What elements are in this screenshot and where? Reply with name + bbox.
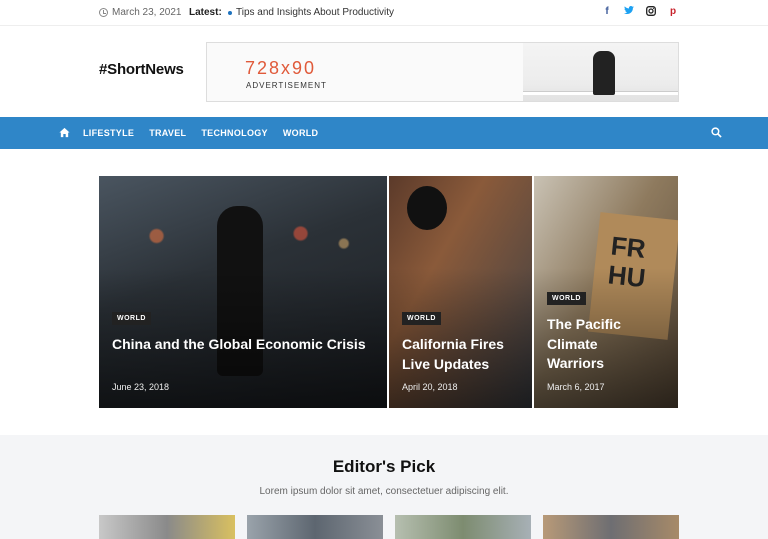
hero-post-2[interactable]: WORLD California Fires Live Updates Apri… (389, 176, 532, 408)
person-silhouette (593, 51, 615, 95)
main-navigation: LIFESTYLE TRAVEL TECHNOLOGY WORLD (0, 117, 768, 149)
editors-pick-thumbnail[interactable] (543, 515, 679, 539)
ad-label-text: ADVERTISEMENT (246, 81, 327, 90)
hero-post-date: March 6, 2017 (547, 382, 605, 392)
editors-pick-thumbnail[interactable] (395, 515, 531, 539)
latest-label: Latest: (189, 7, 222, 18)
category-badge[interactable]: WORLD (402, 312, 441, 325)
social-links: f p (602, 6, 678, 19)
pinterest-icon[interactable]: p (668, 6, 678, 19)
ad-photo (523, 43, 678, 101)
twitter-icon[interactable] (624, 6, 634, 19)
home-icon[interactable] (59, 127, 70, 138)
hero-post-1[interactable]: WORLD China and the Global Economic Cris… (99, 176, 387, 408)
firefighter-helmet (407, 186, 447, 230)
advertisement-banner[interactable]: 728x90 ADVERTISEMENT (206, 42, 679, 102)
category-badge[interactable]: WORLD (112, 312, 151, 325)
instagram-icon[interactable] (646, 6, 656, 19)
current-date-text: March 23, 2021 (112, 7, 182, 18)
category-badge[interactable]: WORLD (547, 292, 586, 305)
hero-post-date: April 20, 2018 (402, 382, 458, 392)
ticker-text[interactable]: Tips and Insights About Productivity (236, 7, 394, 18)
top-bar: March 23, 2021 Latest: Tips and Insights… (0, 0, 768, 26)
search-icon[interactable] (711, 127, 722, 138)
current-date: March 23, 2021 (99, 7, 182, 18)
hero-post-title[interactable]: The Pacific Climate Warriors (547, 315, 657, 374)
section-title: Editor's Pick (332, 457, 436, 476)
hero-post-date: June 23, 2018 (112, 382, 170, 392)
editors-pick-thumbnail[interactable] (99, 515, 235, 539)
facebook-icon[interactable]: f (602, 6, 612, 19)
section-subtitle: Lorem ipsum dolor sit amet, consectetuer… (259, 486, 509, 497)
editors-pick-section: Editor's Pick Lorem ipsum dolor sit amet… (0, 435, 768, 539)
nav-item-lifestyle[interactable]: LIFESTYLE (83, 128, 134, 138)
latest-ticker[interactable]: Tips and Insights About Productivity (228, 7, 394, 18)
hero-post-title[interactable]: California Fires Live Updates (402, 335, 527, 374)
ad-size-text: 728x90 (245, 58, 317, 78)
nav-item-travel[interactable]: TRAVEL (149, 128, 186, 138)
nav-item-technology[interactable]: TECHNOLOGY (201, 128, 268, 138)
bullet-icon (228, 10, 232, 15)
site-logo[interactable]: #ShortNews (99, 61, 184, 78)
editors-pick-thumbnail[interactable] (247, 515, 383, 539)
hero-post-3[interactable]: FR HU WORLD The Pacific Climate Warriors… (534, 176, 678, 408)
hero-post-title[interactable]: China and the Global Economic Crisis (112, 335, 372, 355)
clock-icon (99, 8, 108, 17)
nav-items: LIFESTYLE TRAVEL TECHNOLOGY WORLD (83, 128, 318, 138)
nav-item-world[interactable]: WORLD (283, 128, 319, 138)
